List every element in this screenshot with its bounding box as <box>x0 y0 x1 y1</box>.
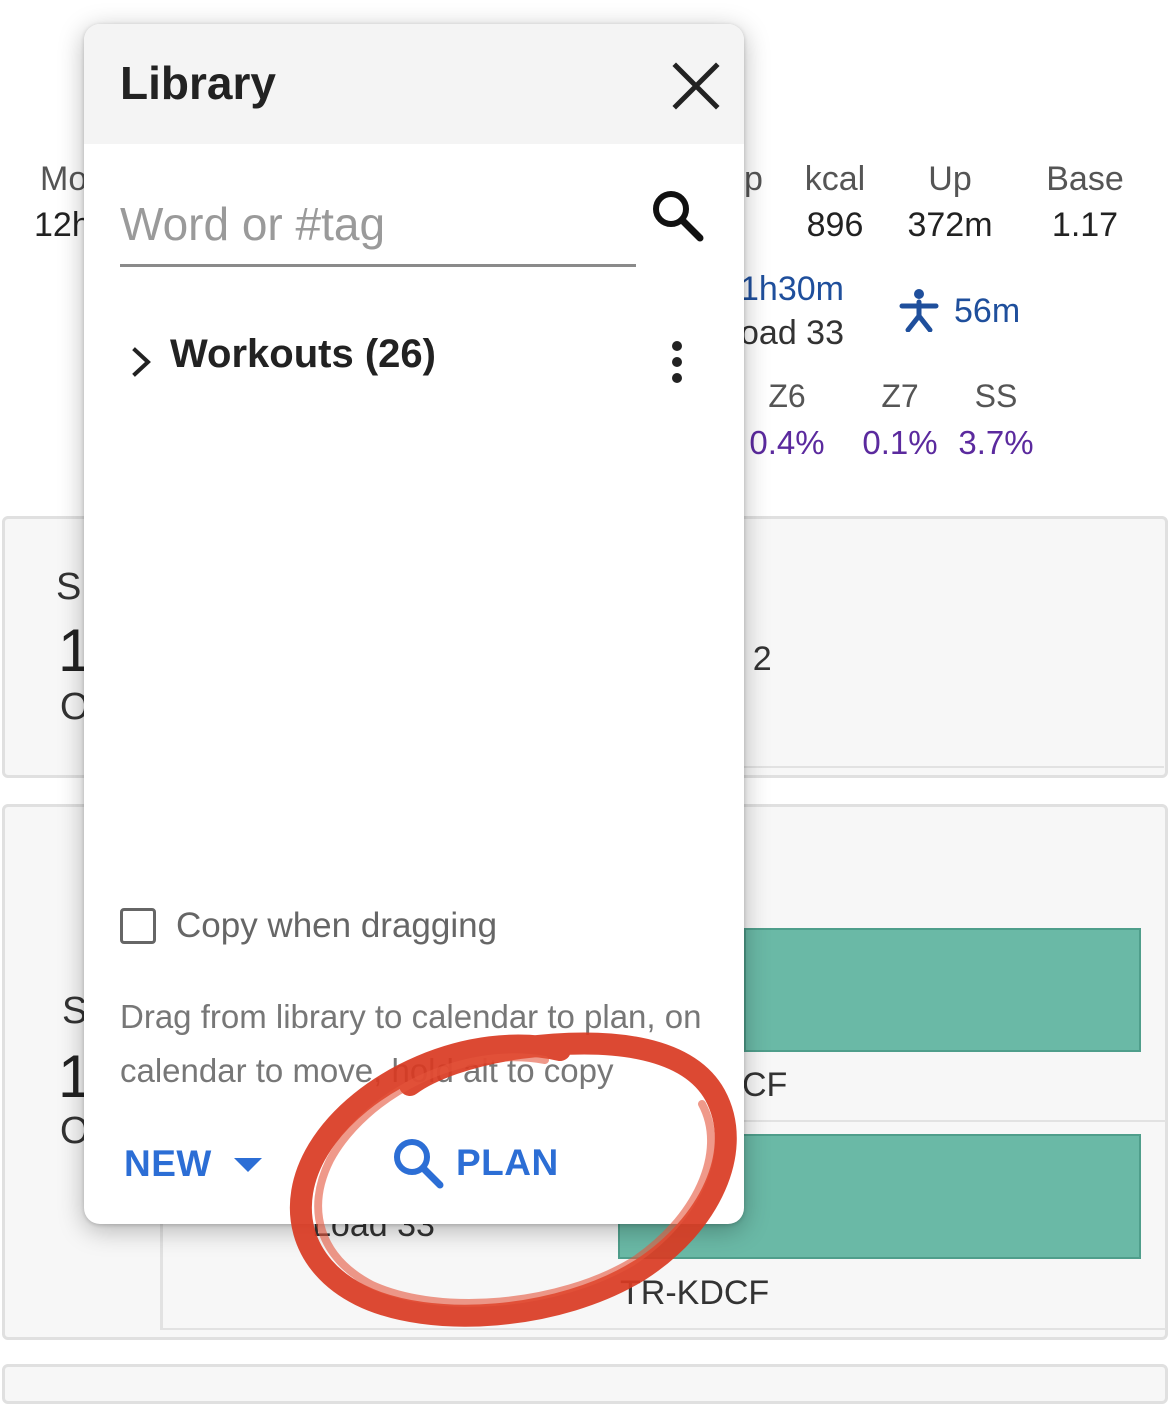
stat-label-moving-fragment: Mo <box>40 160 88 198</box>
workout-name-fragment: CF <box>742 1066 788 1104</box>
dialog-header: Library <box>84 24 744 144</box>
stat-value-base: 1.17 <box>1051 206 1119 244</box>
help-text: Drag from library to calendar to plan, o… <box>120 998 702 1089</box>
folder-workouts[interactable]: Workouts (26) <box>120 324 700 396</box>
workout-name[interactable]: TR-KDCF <box>620 1274 769 1313</box>
load-fragment: oad 33 <box>740 314 844 352</box>
more-vert-icon <box>672 341 682 383</box>
new-button[interactable]: NEW <box>124 1134 264 1194</box>
zone-value: 0.4% <box>749 424 825 461</box>
new-button-label: NEW <box>124 1143 212 1184</box>
stat-label-base: Base <box>1046 160 1124 198</box>
caret-down-icon <box>233 1158 262 1172</box>
divider <box>744 1120 1166 1122</box>
duration-value: 1h30m <box>740 270 844 308</box>
stat-value-up: 372m <box>907 206 993 244</box>
zone-label: Z6 <box>768 378 806 414</box>
plan-button-label: PLAN <box>456 1142 559 1183</box>
close-button[interactable] <box>668 58 724 114</box>
stat-label-fragment: p <box>744 160 763 198</box>
run-time-value: 56m <box>954 292 1021 330</box>
zone-label: Z7 <box>881 378 919 414</box>
folder-label: Workouts (26) <box>170 332 436 376</box>
calendar-week-card <box>2 1364 1168 1404</box>
copy-when-dragging-label[interactable]: Copy when dragging <box>176 906 497 946</box>
divider <box>160 1328 1166 1330</box>
stat-label-up: Up <box>928 160 972 198</box>
copy-when-dragging-checkbox[interactable] <box>120 908 156 944</box>
library-dialog: Library Workouts (26) Copy when dragging… <box>84 24 744 1224</box>
stat-value-moving-fragment: 12h <box>34 206 91 244</box>
zone-value: 0.1% <box>862 424 938 461</box>
running-icon <box>898 288 940 333</box>
stat-label-kcal: kcal <box>804 160 866 198</box>
chevron-right-icon <box>132 347 151 377</box>
zone-label: SS <box>974 378 1018 414</box>
divider <box>744 766 1164 768</box>
search-button[interactable] <box>646 184 710 248</box>
search-icon <box>394 1139 444 1189</box>
close-icon <box>672 62 720 110</box>
stat-value-kcal: 896 <box>806 206 864 244</box>
card-text-fragment: S <box>56 566 82 608</box>
plan-button[interactable]: PLAN <box>390 1130 559 1196</box>
search-input[interactable] <box>120 184 636 267</box>
workout-bar[interactable] <box>744 928 1141 1052</box>
zone-value: 3.7% <box>958 424 1034 461</box>
folder-menu-button[interactable] <box>662 332 692 392</box>
search-icon <box>653 191 704 242</box>
dialog-title: Library <box>120 57 276 109</box>
